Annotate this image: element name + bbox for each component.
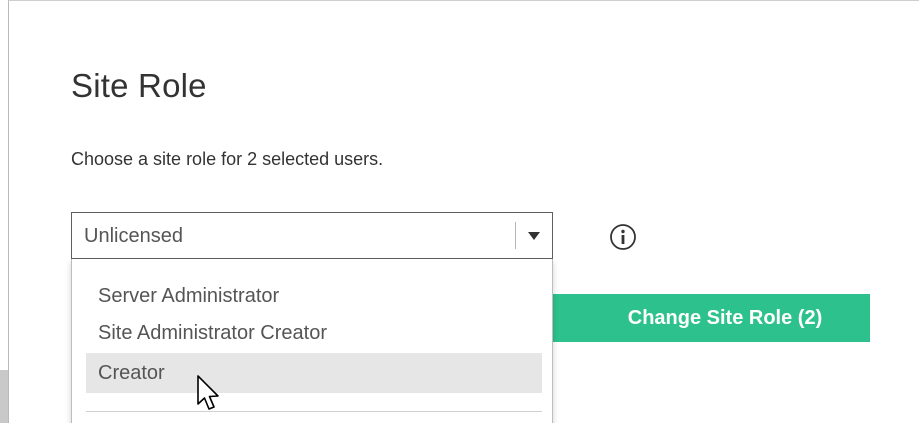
dialog-subtitle: Choose a site role for 2 selected users. [71, 149, 384, 169]
option-site-administrator-creator[interactable]: Site Administrator Creator [86, 313, 542, 353]
mouse-pointer-icon [196, 374, 222, 414]
site-role-select-value: Unlicensed [84, 225, 183, 247]
dialog-title: Site Role [71, 67, 207, 104]
info-circle-icon[interactable] [608, 222, 638, 252]
site-role-dialog: Site Role Choose a site role for 2 selec… [8, 0, 919, 423]
screen: Site Role Choose a site role for 2 selec… [0, 0, 919, 423]
site-role-select[interactable]: Unlicensed [71, 212, 553, 259]
select-divider [515, 222, 516, 249]
site-role-dropdown-list: Server Administrator Site Administrator … [71, 259, 553, 423]
option-creator[interactable]: Creator [86, 353, 542, 393]
dropdown-divider [86, 411, 542, 412]
option-server-administrator[interactable]: Server Administrator [86, 276, 542, 316]
caret-down-icon[interactable] [528, 232, 540, 240]
change-site-role-button[interactable]: Change Site Role (2) [550, 294, 870, 342]
